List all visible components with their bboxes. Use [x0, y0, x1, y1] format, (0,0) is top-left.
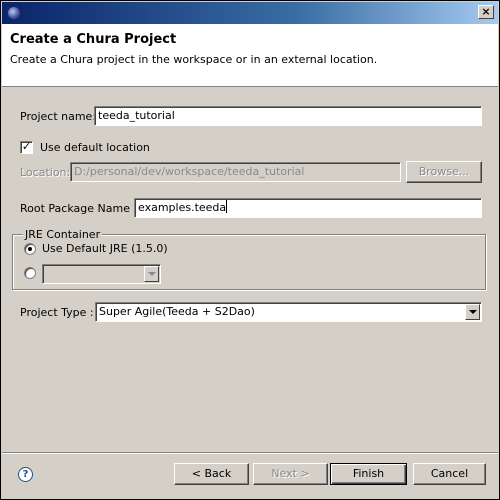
wizard-window: × Create a Chura Project Create a Chura …	[0, 0, 500, 500]
project-name-input[interactable]: teeda_tutorial	[94, 106, 482, 126]
finish-button[interactable]: Finish	[330, 463, 407, 485]
eclipse-icon	[7, 6, 21, 20]
use-default-location-checkbox[interactable]: ✓	[20, 141, 33, 154]
chevron-down-icon[interactable]	[465, 304, 480, 320]
root-package-value: examples.teeda	[138, 201, 227, 214]
root-package-input[interactable]: examples.teeda	[134, 198, 482, 218]
browse-button[interactable]: Browse...	[406, 161, 482, 183]
title-bar: ×	[2, 2, 498, 24]
cancel-button[interactable]: Cancel	[413, 463, 486, 485]
help-icon[interactable]: ?	[18, 467, 33, 482]
window-close-button[interactable]: ×	[478, 5, 494, 19]
location-input[interactable]: D:/personal/dev/workspace/teeda_tutorial	[70, 162, 401, 182]
back-button[interactable]: < Back	[174, 463, 249, 485]
wizard-banner: Create a Chura Project Create a Chura pr…	[2, 24, 498, 87]
text-cursor	[226, 200, 228, 213]
root-package-label: Root Package Name :	[20, 202, 138, 215]
next-button[interactable]: Next >	[253, 463, 328, 485]
footer-divider	[2, 452, 498, 454]
location-label: Location:	[20, 166, 71, 179]
page-description: Create a Chura project in the workspace …	[10, 53, 378, 66]
chevron-down-icon[interactable]	[144, 266, 159, 282]
default-jre-label: Use Default JRE (1.5.0)	[42, 242, 168, 255]
project-type-value: Super Agile(Teeda + S2Dao)	[99, 305, 255, 318]
alternate-jre-select[interactable]	[42, 264, 161, 284]
project-type-select[interactable]: Super Agile(Teeda + S2Dao)	[95, 302, 482, 322]
use-default-location-label: Use default location	[40, 141, 150, 154]
jre-container-title: JRE Container	[23, 228, 103, 241]
page-title: Create a Chura Project	[10, 32, 177, 47]
default-jre-radio[interactable]	[24, 243, 36, 255]
project-name-label: Project name:	[20, 110, 97, 123]
project-type-label: Project Type :	[20, 306, 94, 319]
alternate-jre-radio[interactable]	[24, 267, 36, 279]
